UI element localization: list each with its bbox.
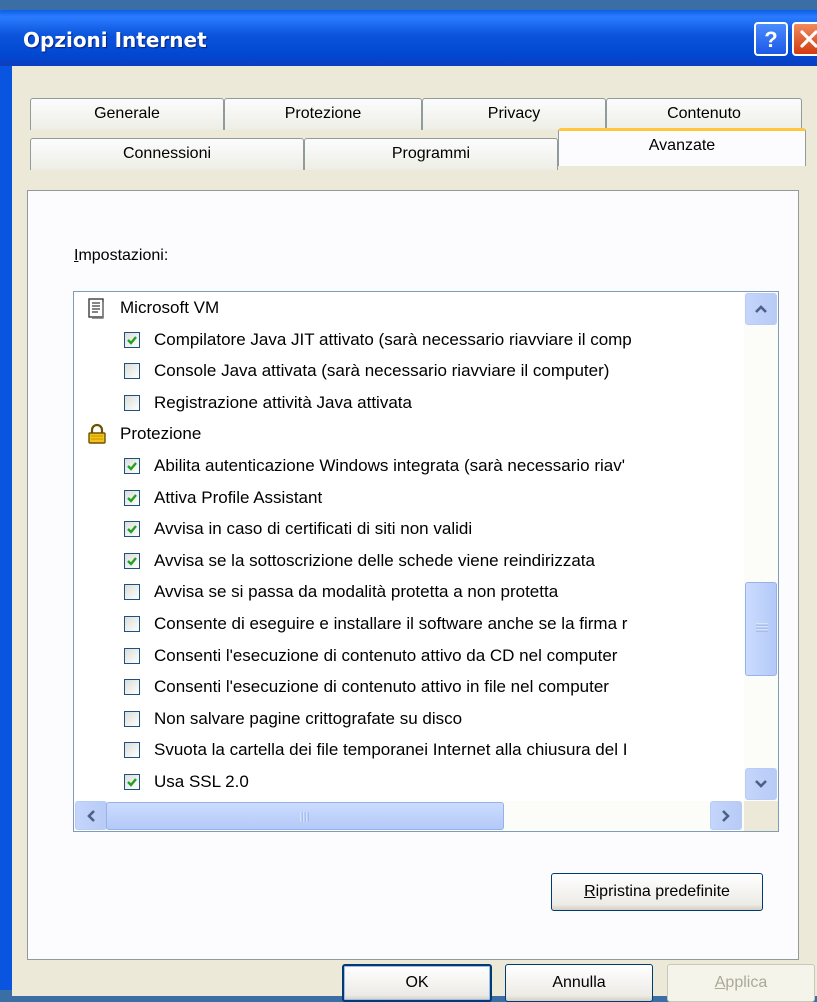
checkbox-checked[interactable]: [124, 521, 140, 538]
tab-label: Generale: [94, 105, 160, 122]
tab-panel-avanzate: Impostazioni: Microsoft VM Compilatore Ja…: [27, 190, 799, 960]
settings-list[interactable]: Microsoft VM Compilatore Java JIT attivat…: [73, 291, 779, 832]
tab-label: Protezione: [284, 105, 362, 122]
settings-option[interactable]: Abilita autenticazione Windows integrata…: [74, 451, 778, 481]
settings-row-label: Registrazione attività Java attivata: [154, 392, 412, 412]
horizontal-scrollbar[interactable]: [74, 801, 744, 831]
tab-programmi[interactable]: Programmi: [304, 138, 558, 170]
settings-option[interactable]: Avvisa se la sottoscrizione delle schede…: [74, 546, 778, 576]
checkbox-checked[interactable]: [124, 489, 140, 506]
settings-row-label: Abilita autenticazione Windows integrata…: [154, 456, 625, 475]
settings-option[interactable]: Registrazione attività Java attivata: [74, 388, 778, 418]
chevron-left-icon: [87, 809, 95, 822]
lock-icon: [86, 423, 108, 445]
scroll-down-button[interactable]: [745, 768, 777, 800]
title-bar[interactable]: Opzioni Internet ?: [0, 10, 817, 66]
settings-option[interactable]: Avvisa in caso di certificati di siti no…: [74, 514, 778, 544]
checkmark-icon: [127, 557, 137, 566]
help-button[interactable]: ?: [754, 22, 788, 56]
tab-label: Programmi: [391, 145, 471, 162]
grip-icon: [300, 812, 309, 822]
close-button[interactable]: [792, 22, 817, 56]
tab-label: Connessioni: [122, 145, 212, 162]
chevron-up-icon: [755, 305, 767, 313]
settings-option[interactable]: Consente di eseguire e installare il sof…: [74, 609, 778, 639]
vertical-scrollbar[interactable]: [744, 292, 778, 801]
settings-row-label: Console Java attivata (sarà necessario r…: [154, 361, 610, 381]
checkbox-unchecked[interactable]: [124, 394, 140, 411]
dialog-window: Opzioni Internet ? Generale Protezione P…: [0, 10, 817, 1002]
window-title: Opzioni Internet: [23, 28, 207, 52]
settings-option[interactable]: Attiva Profile Assistant: [74, 483, 778, 513]
chevron-right-icon: [722, 809, 730, 822]
settings-row-label: Attiva Profile Assistant: [154, 487, 323, 507]
settings-label: Impostazioni:: [74, 247, 169, 264]
checkmark-icon: [127, 525, 137, 534]
settings-row-label: Svuota la cartella dei file temporanei I…: [154, 740, 628, 760]
tab-protezione[interactable]: Protezione: [224, 98, 422, 130]
svg-text:?: ?: [764, 27, 777, 51]
checkbox-unchecked[interactable]: [124, 742, 140, 759]
settings-option[interactable]: Console Java attivata (sarà necessario r…: [74, 356, 778, 386]
scroll-left-button[interactable]: [75, 801, 107, 830]
checkbox-unchecked[interactable]: [124, 710, 140, 727]
checkmark-icon: [127, 462, 137, 471]
tab-generale[interactable]: Generale: [30, 98, 224, 130]
settings-row-label: Protezione: [120, 424, 202, 444]
ok-button[interactable]: OK: [342, 964, 492, 1002]
checkbox-checked[interactable]: [124, 552, 140, 569]
settings-row-label: Non salvare pagine crittografate su disc…: [154, 708, 463, 728]
dialog-client-area: Generale Protezione Privacy Contenuto Co…: [12, 66, 817, 1002]
checkbox-unchecked[interactable]: [124, 616, 140, 632]
checkmark-icon: [127, 335, 137, 345]
settings-option[interactable]: Non salvare pagine crittografate su disc…: [74, 704, 778, 734]
settings-option[interactable]: Svuota la cartella dei file temporanei I…: [74, 735, 778, 765]
settings-row-label: Consenti l'esecuzione di contenuto attiv…: [154, 645, 618, 665]
settings-option[interactable]: Consenti l'esecuzione di contenuto attiv…: [74, 641, 778, 671]
settings-option[interactable]: Avvisa se si passa da modalità protetta …: [74, 577, 778, 607]
cancel-button[interactable]: Annulla: [505, 964, 653, 1002]
scrollbar-corner: [744, 801, 778, 831]
checkbox-checked[interactable]: [124, 458, 140, 474]
checkbox-unchecked[interactable]: [124, 647, 140, 664]
checkbox-checked[interactable]: [124, 774, 140, 790]
tab-privacy[interactable]: Privacy: [422, 98, 606, 130]
scroll-up-button[interactable]: [745, 293, 777, 325]
scroll-right-button[interactable]: [710, 801, 742, 830]
settings-group-header: Protezione: [74, 419, 754, 449]
settings-row-label: Microsoft VM: [120, 298, 220, 317]
checkbox-checked[interactable]: [124, 331, 140, 348]
tab-avanzate[interactable]: Avanzate: [558, 128, 806, 166]
horizontal-scroll-thumb[interactable]: [106, 802, 504, 830]
settings-group-header: Microsoft VM: [74, 293, 754, 323]
tab-connessioni[interactable]: Connessioni: [30, 138, 304, 170]
tab-label: Contenuto: [667, 105, 741, 122]
chevron-down-icon: [755, 780, 767, 788]
tab-contenuto[interactable]: Contenuto: [606, 98, 802, 130]
vertical-scroll-thumb[interactable]: [745, 582, 777, 676]
checkmark-icon: [127, 493, 137, 503]
settings-option[interactable]: Consenti l'esecuzione di contenuto attiv…: [74, 672, 778, 702]
checkmark-icon: [127, 778, 137, 787]
restore-defaults-button[interactable]: Ripristina predefinite: [551, 873, 763, 911]
tab-label: Privacy: [487, 105, 541, 122]
checkbox-unchecked[interactable]: [124, 679, 140, 696]
close-icon: [800, 30, 817, 48]
checkbox-unchecked[interactable]: [124, 584, 140, 601]
settings-row-label: Consente di eseguire e installare il sof…: [154, 614, 628, 633]
settings-option[interactable]: Compilatore Java JIT attivato (sarà nece…: [74, 325, 778, 355]
settings-row-label: Compilatore Java JIT attivato (sarà nece…: [154, 329, 632, 349]
tab-label: Avanzate: [648, 137, 716, 154]
apply-button[interactable]: Applica: [667, 964, 815, 1002]
settings-option[interactable]: Usa SSL 2.0: [74, 767, 778, 797]
checkbox-unchecked[interactable]: [124, 363, 140, 380]
settings-row-label: Usa SSL 2.0: [154, 772, 249, 791]
settings-row-label: Avvisa se si passa da modalità protetta …: [154, 582, 559, 602]
grip-icon: [756, 623, 768, 632]
settings-row-label: Avvisa se la sottoscrizione delle schede…: [154, 550, 595, 570]
document-icon: [86, 297, 108, 319]
question-mark-icon: ?: [764, 27, 777, 51]
settings-row-label: Avvisa in caso di certificati di siti no…: [154, 519, 473, 539]
settings-row-label: Consenti l'esecuzione di contenuto attiv…: [154, 677, 609, 697]
